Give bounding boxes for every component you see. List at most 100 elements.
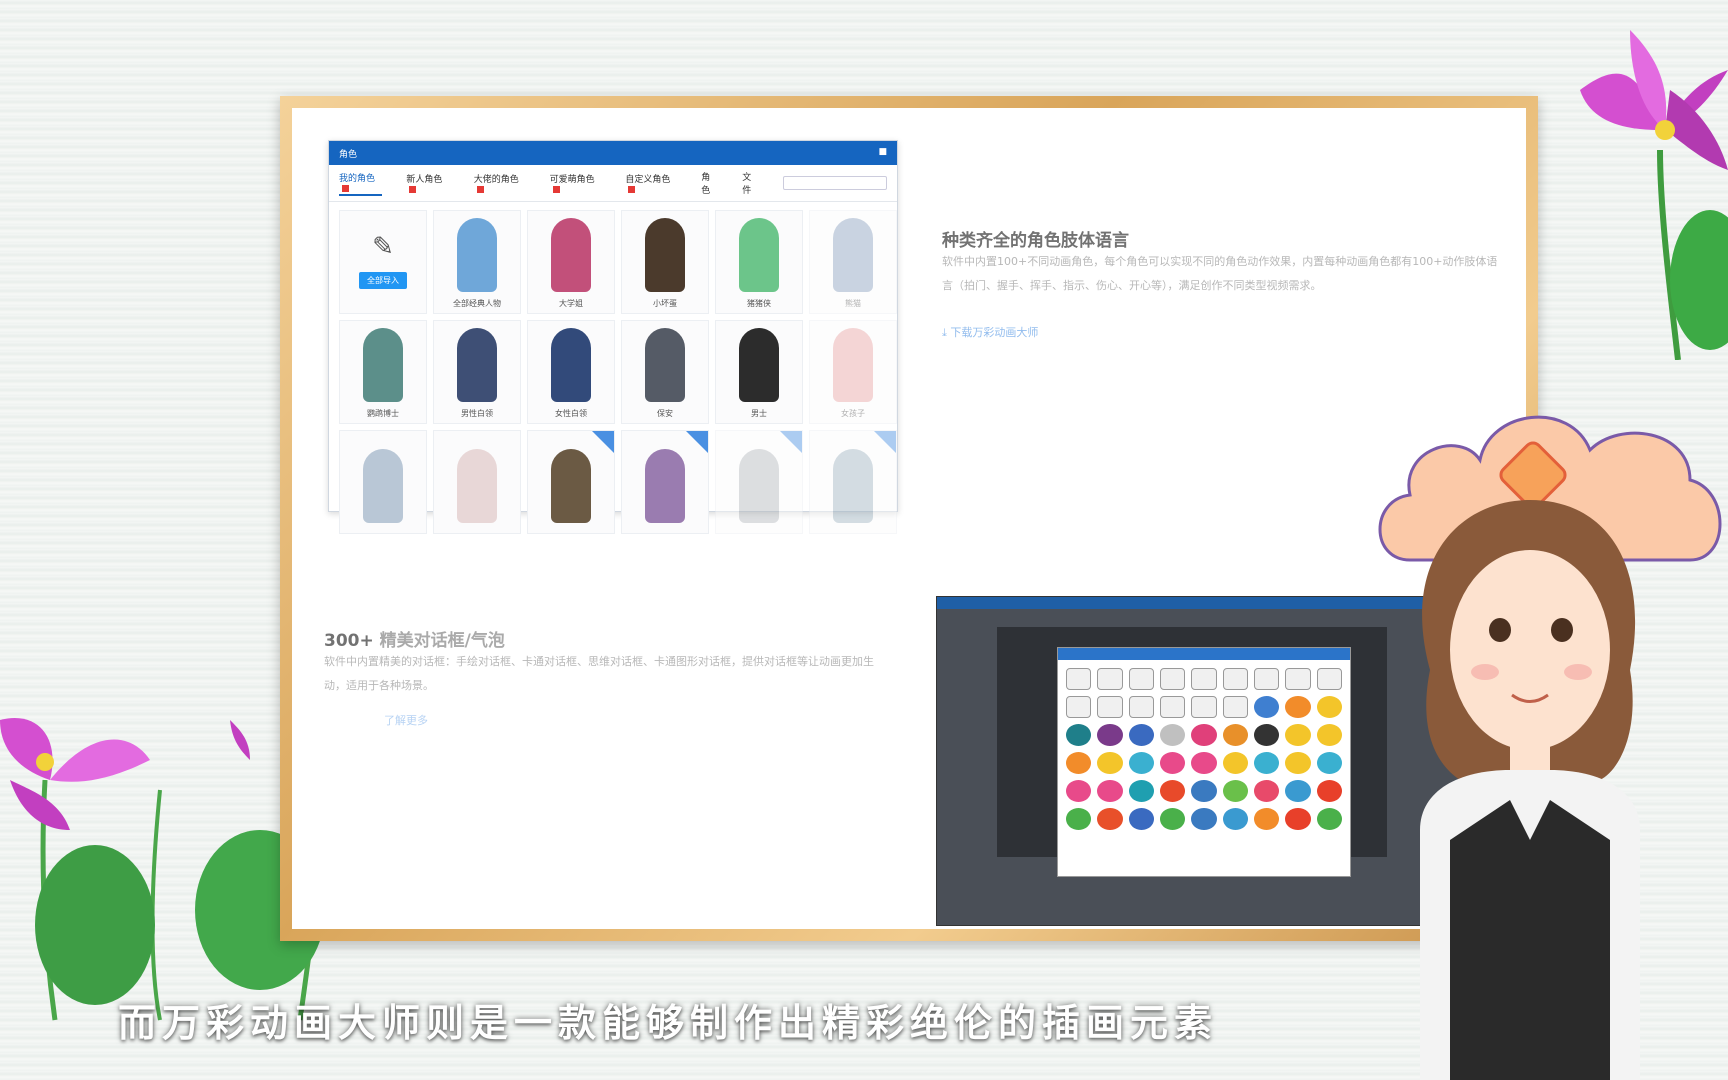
speech-bubble-option[interactable] xyxy=(1191,780,1217,802)
speech-bubble-option[interactable] xyxy=(1285,724,1311,746)
speech-bubble-option[interactable] xyxy=(1316,780,1342,802)
speech-bubble-option[interactable] xyxy=(1222,752,1248,774)
character-card[interactable]: 猪猪侠 xyxy=(715,210,803,314)
speech-bubble-option[interactable] xyxy=(1285,696,1311,718)
speech-bubble-option[interactable] xyxy=(1316,808,1342,830)
speech-bubble-option[interactable] xyxy=(1097,752,1123,774)
speech-bubble-option[interactable] xyxy=(1128,696,1154,718)
speech-bubble-option[interactable] xyxy=(1285,808,1311,830)
feature-heading-bubbles: 300+ 精美对话框/气泡 xyxy=(324,626,505,651)
speech-bubble-option[interactable] xyxy=(1254,780,1280,802)
speech-bubble-option[interactable] xyxy=(1254,696,1280,718)
speech-bubble-option[interactable] xyxy=(1254,724,1280,746)
character-card[interactable] xyxy=(621,430,709,534)
speech-bubble-option[interactable] xyxy=(1160,696,1186,718)
speech-bubble-option[interactable] xyxy=(1316,752,1342,774)
speech-bubble-option[interactable] xyxy=(1285,752,1311,774)
character-figure xyxy=(739,328,779,402)
tab-2[interactable]: 大佬的角色 xyxy=(474,172,526,195)
character-card[interactable]: 熊猫 xyxy=(809,210,897,314)
speech-bubble-option[interactable] xyxy=(1160,724,1186,746)
speech-bubble-option[interactable] xyxy=(1128,752,1154,774)
download-link-1[interactable]: ⤓ 下载万彩动画大师 xyxy=(942,324,1038,340)
tab-4[interactable]: 自定义角色 xyxy=(625,172,677,195)
character-figure xyxy=(739,218,779,292)
speech-bubble-option[interactable] xyxy=(1222,696,1248,718)
character-label: 小坏蛋 xyxy=(653,299,677,308)
character-card[interactable]: 小坏蛋 xyxy=(621,210,709,314)
character-label: 女性白领 xyxy=(555,409,587,418)
character-card[interactable]: 男士 xyxy=(715,320,803,424)
speech-bubble-option[interactable] xyxy=(1097,780,1123,802)
speech-bubble-option[interactable] xyxy=(1222,780,1248,802)
character-card[interactable] xyxy=(527,430,615,534)
tab-1[interactable]: 新人角色 xyxy=(406,172,449,195)
speech-bubble-option[interactable] xyxy=(1066,668,1092,690)
speech-bubble-option[interactable] xyxy=(1160,808,1186,830)
search-input[interactable] xyxy=(783,176,887,190)
close-icon[interactable]: ■ xyxy=(878,147,887,159)
character-card[interactable]: 大学姐 xyxy=(527,210,615,314)
speech-bubble-option[interactable] xyxy=(1222,808,1248,830)
speech-bubble-option[interactable] xyxy=(1191,808,1217,830)
import-button[interactable]: 全部导入 xyxy=(359,271,407,289)
character-card[interactable]: 女性白领 xyxy=(527,320,615,424)
character-card[interactable]: 男性白领 xyxy=(433,320,521,424)
speech-bubble-option[interactable] xyxy=(1160,752,1186,774)
tab-6[interactable]: 文件 xyxy=(742,170,759,196)
speech-bubble-option[interactable] xyxy=(1254,668,1280,690)
speech-bubble-option[interactable] xyxy=(1222,668,1248,690)
speech-bubble-option[interactable] xyxy=(1254,808,1280,830)
character-card[interactable]: 女孩子 xyxy=(809,320,897,424)
character-label: 大学姐 xyxy=(559,299,583,308)
speech-bubble-option[interactable] xyxy=(1191,724,1217,746)
speech-bubble-option[interactable] xyxy=(1128,780,1154,802)
speech-bubble-option[interactable] xyxy=(1066,696,1092,718)
character-card[interactable]: 保安 xyxy=(621,320,709,424)
bubble-grid xyxy=(1058,660,1350,838)
speech-bubble-option[interactable] xyxy=(1191,752,1217,774)
tab-5[interactable]: 角色 xyxy=(701,170,718,196)
character-figure xyxy=(833,218,873,292)
speech-bubble-option[interactable] xyxy=(1254,752,1280,774)
speech-bubble-option[interactable] xyxy=(1285,668,1311,690)
speech-bubble-option[interactable] xyxy=(1128,724,1154,746)
speech-bubble-option[interactable] xyxy=(1066,724,1092,746)
speech-bubble-option[interactable] xyxy=(1160,668,1186,690)
speech-bubble-option[interactable] xyxy=(1191,696,1217,718)
character-card[interactable] xyxy=(433,430,521,534)
speech-bubble-option[interactable] xyxy=(1097,724,1123,746)
speech-bubble-option[interactable] xyxy=(1097,808,1123,830)
character-card[interactable] xyxy=(715,430,803,534)
character-card[interactable]: ✎ 全部导入 xyxy=(339,210,427,314)
learn-more-link[interactable]: 了解更多 xyxy=(384,712,428,728)
speech-bubble-option[interactable] xyxy=(1097,668,1123,690)
tab-3[interactable]: 可爱萌角色 xyxy=(550,172,602,195)
bubble-picker-window xyxy=(1057,647,1351,877)
character-figure xyxy=(833,328,873,402)
speech-bubble-option[interactable] xyxy=(1066,752,1092,774)
speech-bubble-option[interactable] xyxy=(1160,780,1186,802)
speech-bubble-option[interactable] xyxy=(1316,696,1342,718)
tab-0[interactable]: 我的角色 xyxy=(339,171,383,196)
character-card[interactable] xyxy=(809,430,897,534)
character-card[interactable]: 鹦鹉博士 xyxy=(339,320,427,424)
speech-bubble-option[interactable] xyxy=(1097,696,1123,718)
speech-bubble-option[interactable] xyxy=(1066,808,1092,830)
character-card[interactable] xyxy=(339,430,427,534)
subtitle-caption: 而万彩动画大师则是一款能够制作出精彩绝伦的插画元素 xyxy=(118,1001,1219,1045)
speech-bubble-option[interactable] xyxy=(1316,724,1342,746)
speech-bubble-option[interactable] xyxy=(1128,808,1154,830)
character-card[interactable]: 全部经典人物 xyxy=(433,210,521,314)
speech-bubble-option[interactable] xyxy=(1191,668,1217,690)
bubbles-title: 精美对话框/气泡 xyxy=(379,631,505,651)
lotus-top-right-decoration xyxy=(1580,30,1728,360)
speech-bubble-option[interactable] xyxy=(1128,668,1154,690)
new-badge xyxy=(342,184,349,192)
speech-bubble-option[interactable] xyxy=(1066,780,1092,802)
speech-bubble-option[interactable] xyxy=(1285,780,1311,802)
character-label: 保安 xyxy=(657,409,673,418)
character-figure xyxy=(457,449,497,523)
speech-bubble-option[interactable] xyxy=(1222,724,1248,746)
speech-bubble-option[interactable] xyxy=(1316,668,1342,690)
